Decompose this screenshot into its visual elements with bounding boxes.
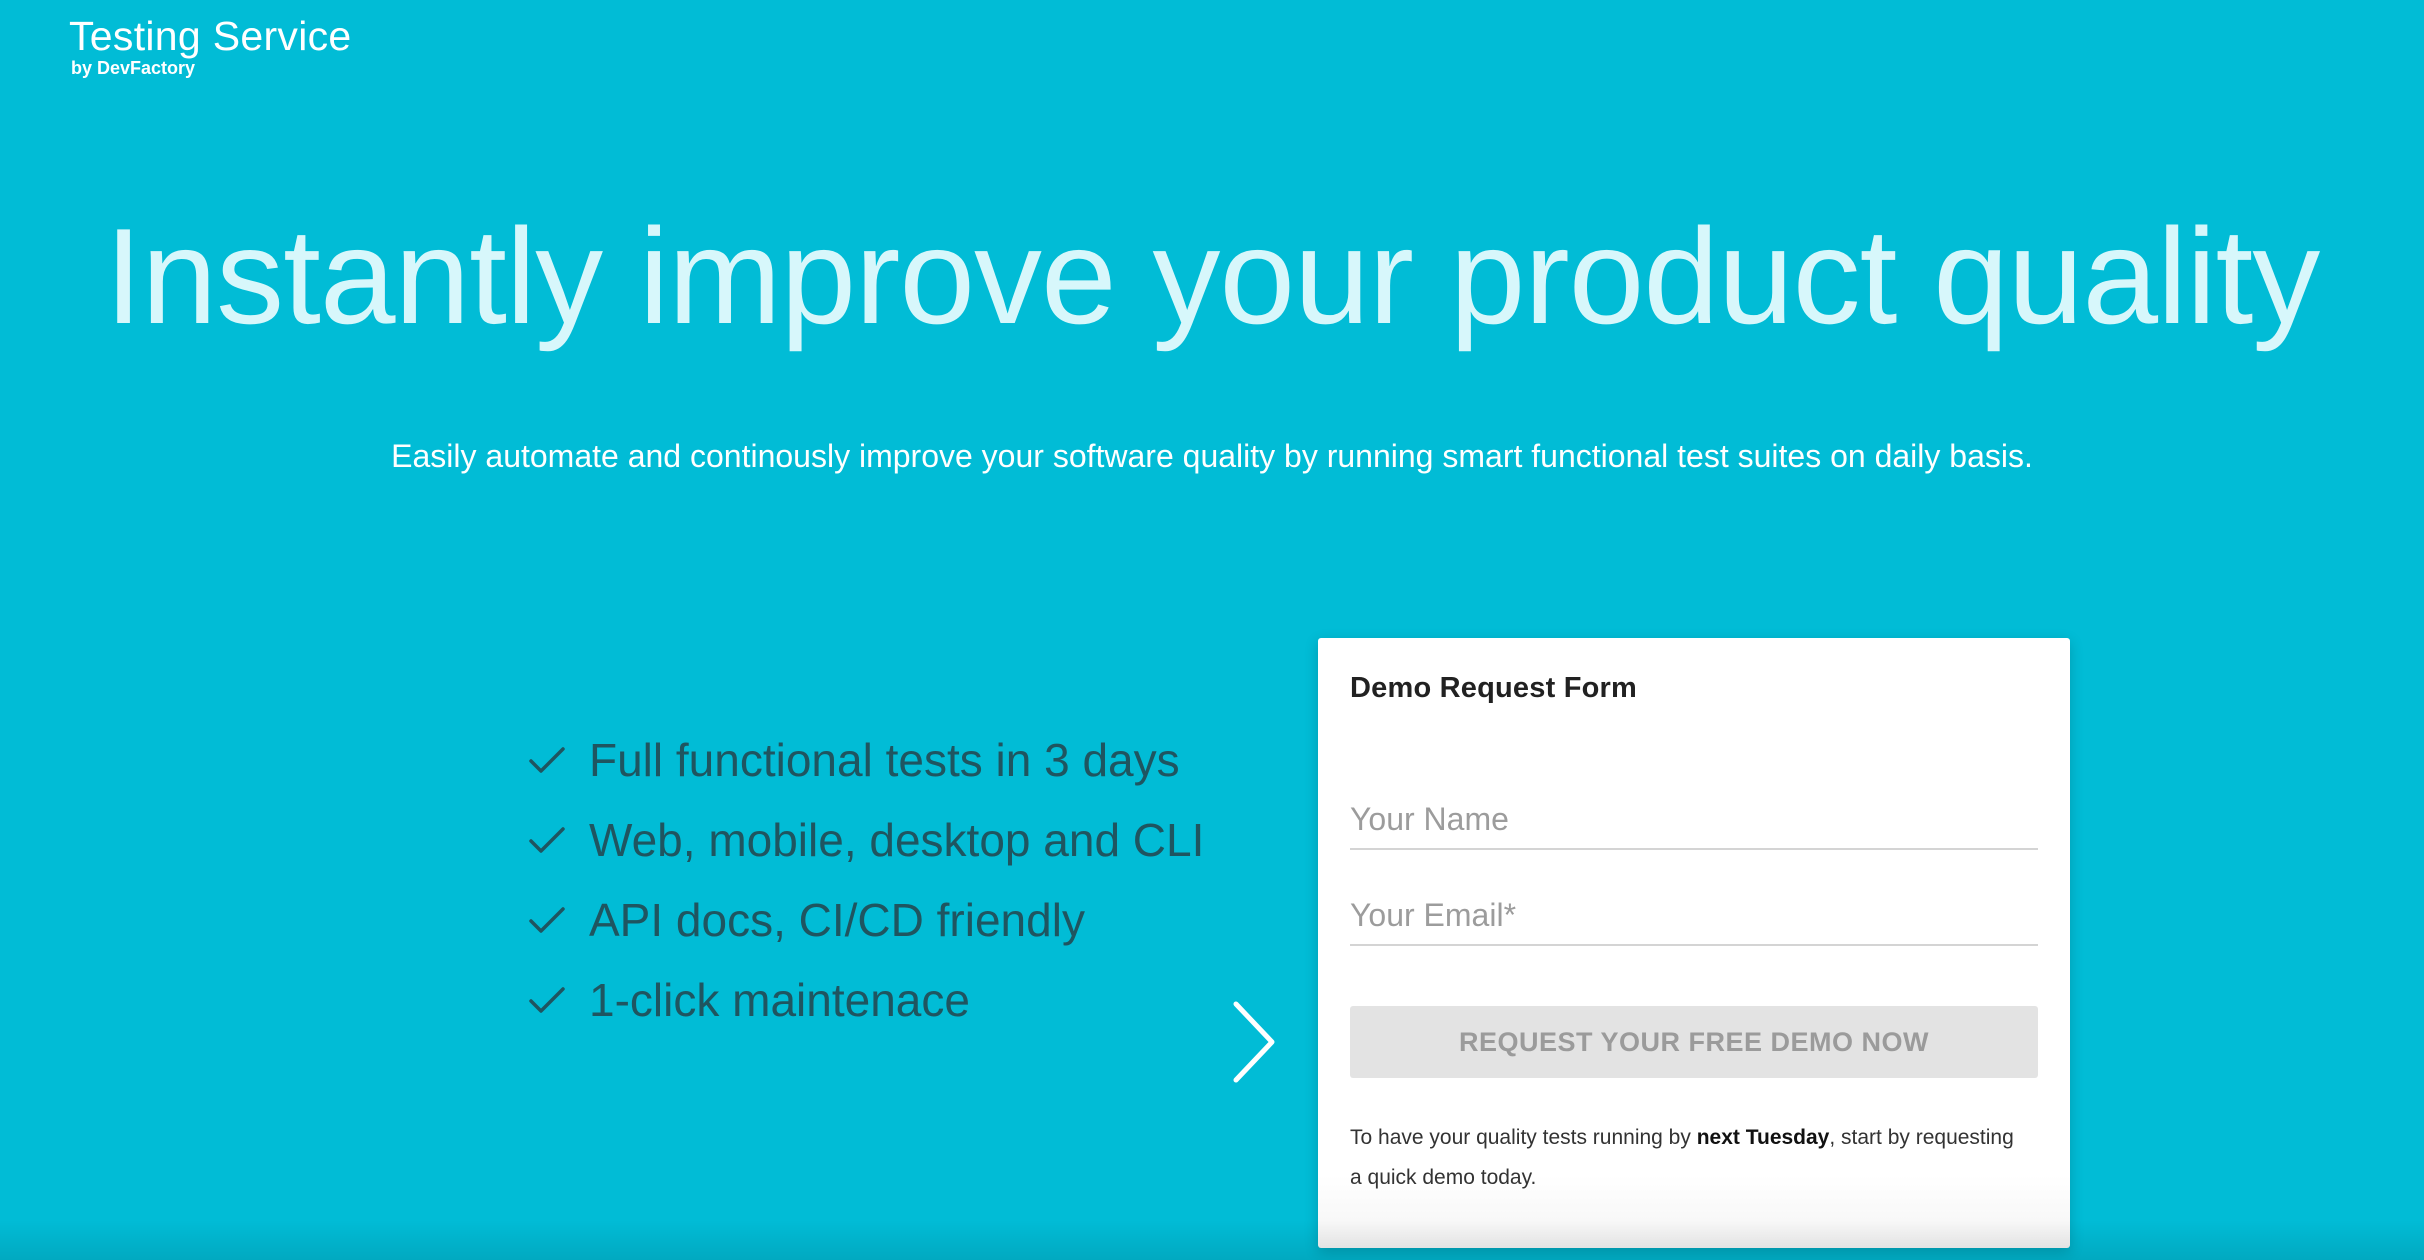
hero-subtitle: Easily automate and continously improve … xyxy=(391,438,2033,474)
feature-item: Web, mobile, desktop and CLI xyxy=(525,800,1204,880)
brand-logo[interactable]: Testing Service by DevFactory xyxy=(69,14,352,78)
check-icon xyxy=(529,987,565,1013)
brand-subtitle: by DevFactory xyxy=(71,58,196,78)
brand-title: Testing Service xyxy=(69,13,352,59)
feature-label: 1-click maintenace xyxy=(589,974,970,1026)
check-icon xyxy=(529,827,565,853)
landing-page: Testing Service by DevFactory Instantly … xyxy=(0,0,2424,1260)
feature-item: 1-click maintenace xyxy=(525,960,1204,1040)
check-icon xyxy=(529,747,565,773)
form-note-text: To have your quality tests running by xyxy=(1350,1126,1697,1149)
email-input[interactable] xyxy=(1350,886,2038,946)
feature-item: Full functional tests in 3 days xyxy=(525,720,1204,800)
demo-request-form: Demo Request Form REQUEST YOUR FREE DEMO… xyxy=(1318,638,2070,1248)
request-demo-button[interactable]: REQUEST YOUR FREE DEMO NOW xyxy=(1350,1006,2038,1078)
name-input[interactable] xyxy=(1350,790,2038,850)
hero-title: Instantly improve your product quality xyxy=(104,200,2321,352)
chevron-right-icon[interactable] xyxy=(1226,998,1282,1086)
form-note-highlight: next Tuesday xyxy=(1696,1126,1830,1149)
feature-label: Web, mobile, desktop and CLI xyxy=(589,814,1205,866)
feature-label: Full functional tests in 3 days xyxy=(589,734,1180,786)
check-icon xyxy=(529,907,565,933)
feature-list: Full functional tests in 3 days Web, mob… xyxy=(525,720,1204,1040)
form-title: Demo Request Form xyxy=(1350,672,1637,704)
feature-item: API docs, CI/CD friendly xyxy=(525,880,1204,960)
feature-label: API docs, CI/CD friendly xyxy=(589,894,1085,946)
form-note: To have your quality tests running by ne… xyxy=(1350,1118,2030,1198)
